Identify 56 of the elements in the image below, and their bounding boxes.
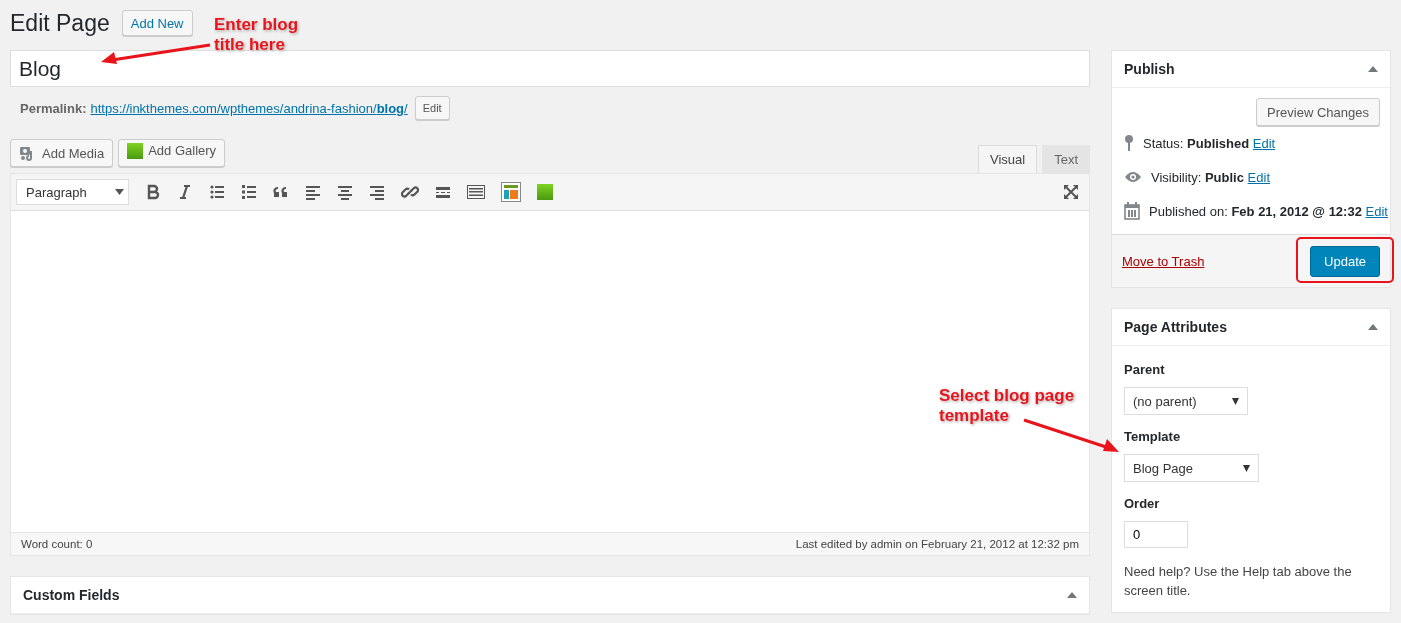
layout-icon[interactable] xyxy=(501,182,521,202)
move-to-trash-link[interactable]: Move to Trash xyxy=(1122,253,1205,269)
quote-icon[interactable] xyxy=(273,184,289,200)
panel-title: Custom Fields xyxy=(23,587,120,603)
panel-title: Publish xyxy=(1124,61,1175,77)
order-label: Order xyxy=(1124,496,1161,511)
panel-title: Page Attributes xyxy=(1124,319,1227,335)
permalink-label: Permalink: xyxy=(20,100,87,116)
numbered-list-icon[interactable] xyxy=(241,184,257,200)
template-label: Template xyxy=(1124,429,1182,444)
link-icon[interactable] xyxy=(401,183,419,201)
editor-tab[interactable]: Visual xyxy=(977,145,1038,173)
square-icon xyxy=(127,143,144,159)
publish-info-text: Status: Published Edit xyxy=(1143,135,1276,151)
edit-link[interactable]: Edit xyxy=(1252,135,1276,151)
collapse-toggle-icon[interactable] xyxy=(1368,66,1378,72)
fullscreen-icon[interactable] xyxy=(1063,184,1079,200)
page-title: Edit Page xyxy=(10,9,110,37)
collapse-toggle-icon[interactable] xyxy=(1067,592,1077,598)
title-field[interactable]: Blog xyxy=(10,50,1090,87)
add-gallery-button[interactable]: Add Gallery xyxy=(118,139,226,167)
publish-info-text: Published on: Feb 21, 2012 @ 12:32 Edit xyxy=(1149,203,1388,219)
bullet-list-icon[interactable] xyxy=(209,184,225,200)
publish-info-text: Visibility: Public Edit xyxy=(1151,169,1270,185)
update-button[interactable]: Update xyxy=(1310,245,1380,277)
calendar-icon xyxy=(1124,202,1140,220)
eye-icon xyxy=(1124,171,1142,183)
parent-label: Parent xyxy=(1124,362,1166,377)
bold-icon[interactable] xyxy=(145,184,161,200)
add-new-button[interactable]: Add New xyxy=(121,10,193,36)
align-right-icon[interactable] xyxy=(369,184,385,200)
last-edited-text: Last edited by admin on February 21, 2012 at 12:32 pm xyxy=(795,538,1079,550)
dropdown-caret-icon xyxy=(1232,397,1239,405)
add-media-button[interactable]: Add Media xyxy=(10,139,114,167)
order-field[interactable]: 0 xyxy=(1124,521,1188,548)
editor-tab[interactable]: Text xyxy=(1042,145,1090,173)
pin-icon xyxy=(1124,134,1134,152)
italic-icon[interactable] xyxy=(177,184,193,200)
preview-changes-button[interactable]: Preview Changes xyxy=(1256,98,1380,126)
align-center-icon[interactable] xyxy=(337,184,353,200)
align-left-icon[interactable] xyxy=(305,184,321,200)
edit-link[interactable]: Edit xyxy=(1365,203,1388,219)
edit-link[interactable]: Edit xyxy=(1247,169,1270,185)
help-text: Need help? Use the Help tab above the screen title. xyxy=(1124,563,1353,600)
parent-select[interactable]: (no parent) xyxy=(1124,387,1248,415)
keyboard-icon[interactable] xyxy=(467,185,485,199)
dropdown-caret-icon xyxy=(1243,464,1250,472)
collapse-toggle-icon[interactable] xyxy=(1368,324,1378,330)
annotation-text: Select blog page template xyxy=(939,386,1076,426)
read-more-icon[interactable] xyxy=(435,184,451,200)
template-select[interactable]: Blog Page xyxy=(1124,454,1259,482)
word-count: Word count: 0 xyxy=(21,538,93,550)
dropdown-caret-icon xyxy=(115,189,124,195)
edit-permalink-button[interactable]: Edit xyxy=(414,96,450,120)
format-select[interactable]: Paragraph xyxy=(16,179,129,205)
permalink-link[interactable]: https://inkthemes.com/wpthemes/andrina-fashion/blog/ xyxy=(90,100,408,116)
